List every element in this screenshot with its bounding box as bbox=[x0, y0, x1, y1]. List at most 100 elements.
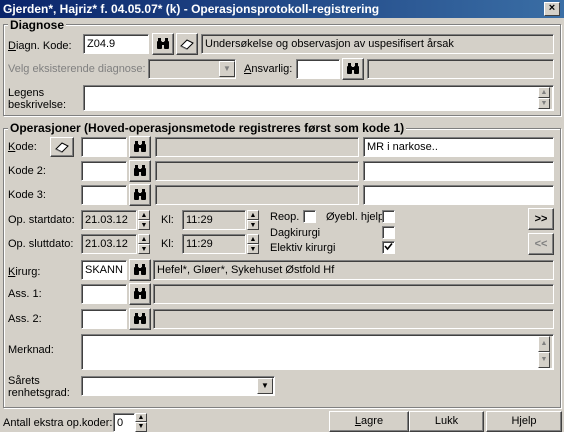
diagn-book-button[interactable] bbox=[176, 33, 198, 55]
kode1-description bbox=[155, 137, 359, 157]
oyebl-checkbox[interactable] bbox=[382, 210, 395, 223]
antall-input[interactable]: 0 bbox=[113, 413, 135, 432]
book-icon bbox=[180, 39, 194, 50]
slutt-kl-spinner[interactable]: ▲ ▼ bbox=[247, 234, 259, 254]
lukk-button[interactable]: Lukk bbox=[409, 411, 484, 432]
ass1-name bbox=[153, 284, 554, 304]
diagn-search-button[interactable] bbox=[152, 33, 174, 55]
legens-beskrivelse-input[interactable] bbox=[83, 85, 554, 111]
scroll-down-icon[interactable]: ▼ bbox=[538, 98, 550, 109]
ass1-search-button[interactable] bbox=[129, 283, 151, 305]
kode1-note-input[interactable]: MR i narkose.. bbox=[363, 137, 554, 157]
diagn-kode-label: Diagn. Kode: bbox=[8, 40, 72, 52]
close-button[interactable]: × bbox=[544, 2, 560, 16]
kode1-label: Kode: bbox=[8, 141, 37, 153]
spin-up-icon[interactable]: ▲ bbox=[247, 234, 259, 244]
spin-down-icon[interactable]: ▼ bbox=[247, 244, 259, 254]
sluttdato-label: Op. sluttdato: bbox=[8, 238, 74, 250]
ass2-name bbox=[153, 309, 554, 329]
legens-scrollbar[interactable]: ▲ ▼ bbox=[538, 87, 552, 109]
kirurg-input[interactable]: SKANN bbox=[81, 260, 127, 280]
kode2-label: Kode 2: bbox=[8, 165, 46, 177]
ass1-input[interactable] bbox=[81, 284, 127, 304]
kode1-input[interactable] bbox=[81, 137, 127, 157]
dagkirurgi-checkbox[interactable] bbox=[382, 226, 395, 239]
startdato-spinner[interactable]: ▲ ▼ bbox=[138, 210, 150, 230]
kode2-input[interactable] bbox=[81, 161, 127, 181]
window-title: Gjerden*, Hajriz* f. 04.05.07* (k) - Ope… bbox=[0, 0, 564, 18]
merknad-input[interactable] bbox=[81, 334, 554, 370]
oyebl-label: Øyebl. hjelp bbox=[326, 211, 385, 223]
sluttdato-spinner[interactable]: ▲ ▼ bbox=[138, 234, 150, 254]
ansvarlig-label: Ansvarlig: bbox=[244, 63, 293, 75]
startdato-input[interactable]: 21.03.12 bbox=[81, 210, 137, 230]
binoculars-icon bbox=[134, 141, 146, 152]
legens-label-2: beskrivelse: bbox=[8, 99, 67, 111]
start-kl-label: Kl: bbox=[161, 214, 174, 226]
binoculars-icon bbox=[134, 264, 146, 275]
kode2-search-button[interactable] bbox=[129, 160, 151, 182]
kode1-search-button[interactable] bbox=[129, 136, 151, 158]
start-kl-spinner[interactable]: ▲ ▼ bbox=[247, 210, 259, 230]
kode2-note-input[interactable] bbox=[363, 161, 554, 181]
lagre-button[interactable]: Lagre bbox=[329, 411, 409, 432]
merknad-scrollbar[interactable]: ▲ ▼ bbox=[538, 336, 552, 368]
spin-up-icon[interactable]: ▲ bbox=[135, 413, 147, 422]
kirurg-name: Hefel*, Gløer*, Sykehuset Østfold Hf bbox=[153, 260, 554, 280]
binoculars-icon bbox=[347, 63, 359, 74]
elektiv-checkbox[interactable] bbox=[382, 241, 395, 254]
kirurg-label: Kirurg: bbox=[8, 266, 41, 278]
diagnose-group-title: Diagnose bbox=[8, 18, 67, 32]
kode3-input[interactable] bbox=[81, 185, 127, 205]
velg-diagnose-label: Velg eksisterende diagnose: bbox=[8, 63, 146, 75]
sarets-label-2: renhetsgrad: bbox=[8, 387, 70, 399]
kode3-description bbox=[155, 185, 359, 205]
legens-label-1: Legens bbox=[8, 87, 45, 99]
spin-up-icon[interactable]: ▲ bbox=[247, 210, 259, 220]
kode3-note-input[interactable] bbox=[363, 185, 554, 205]
elektiv-label: Elektiv kirurgi bbox=[270, 242, 336, 254]
spin-up-icon[interactable]: ▲ bbox=[138, 234, 150, 244]
scroll-up-icon[interactable]: ▲ bbox=[538, 336, 550, 352]
sarets-select[interactable] bbox=[81, 376, 275, 396]
start-kl-input[interactable]: 11:29 bbox=[182, 210, 246, 230]
scroll-down-icon[interactable]: ▼ bbox=[538, 352, 550, 368]
binoculars-icon bbox=[134, 313, 146, 324]
ansvarlig-name bbox=[367, 59, 554, 79]
operasjoner-group-title: Operasjoner (Hoved-operasjonsmetode regi… bbox=[8, 121, 407, 135]
spin-down-icon[interactable]: ▼ bbox=[247, 220, 259, 230]
reop-checkbox[interactable] bbox=[303, 210, 316, 223]
spin-up-icon[interactable]: ▲ bbox=[138, 210, 150, 220]
prev-button[interactable]: << bbox=[528, 233, 554, 255]
kode3-label: Kode 3: bbox=[8, 189, 46, 201]
binoculars-icon bbox=[134, 189, 146, 200]
kode3-search-button[interactable] bbox=[129, 184, 151, 206]
spin-down-icon[interactable]: ▼ bbox=[135, 422, 147, 432]
ass2-search-button[interactable] bbox=[129, 308, 151, 330]
sluttdato-input[interactable]: 21.03.12 bbox=[81, 234, 137, 254]
binoculars-icon bbox=[134, 288, 146, 299]
hjelp-button[interactable]: Hjelp bbox=[486, 411, 562, 432]
reop-label: Reop. bbox=[270, 211, 300, 223]
checkmark-icon bbox=[384, 242, 393, 251]
spin-down-icon[interactable]: ▼ bbox=[138, 220, 150, 230]
next-button[interactable]: >> bbox=[528, 208, 554, 230]
scroll-up-icon[interactable]: ▲ bbox=[538, 87, 550, 98]
book-icon bbox=[55, 142, 69, 153]
ansvarlig-search-button[interactable] bbox=[342, 58, 364, 80]
merknad-label: Merknad: bbox=[8, 344, 54, 356]
binoculars-icon bbox=[134, 165, 146, 176]
spin-down-icon[interactable]: ▼ bbox=[138, 244, 150, 254]
antall-spinner[interactable]: ▲ ▼ bbox=[135, 413, 147, 432]
kirurg-search-button[interactable] bbox=[129, 259, 151, 281]
slutt-kl-input[interactable]: 11:29 bbox=[182, 234, 246, 254]
ass2-input[interactable] bbox=[81, 309, 127, 329]
ass1-label: Ass. 1: bbox=[8, 288, 42, 300]
diagn-kode-input[interactable]: Z04.9 bbox=[83, 34, 149, 54]
dagkirurgi-label: Dagkirurgi bbox=[270, 227, 321, 239]
kode-book-button[interactable] bbox=[50, 137, 74, 157]
chevron-down-icon[interactable]: ▼ bbox=[219, 61, 235, 77]
kode2-description bbox=[155, 161, 359, 181]
chevron-down-icon[interactable]: ▼ bbox=[257, 378, 273, 394]
ansvarlig-input[interactable] bbox=[296, 59, 340, 79]
